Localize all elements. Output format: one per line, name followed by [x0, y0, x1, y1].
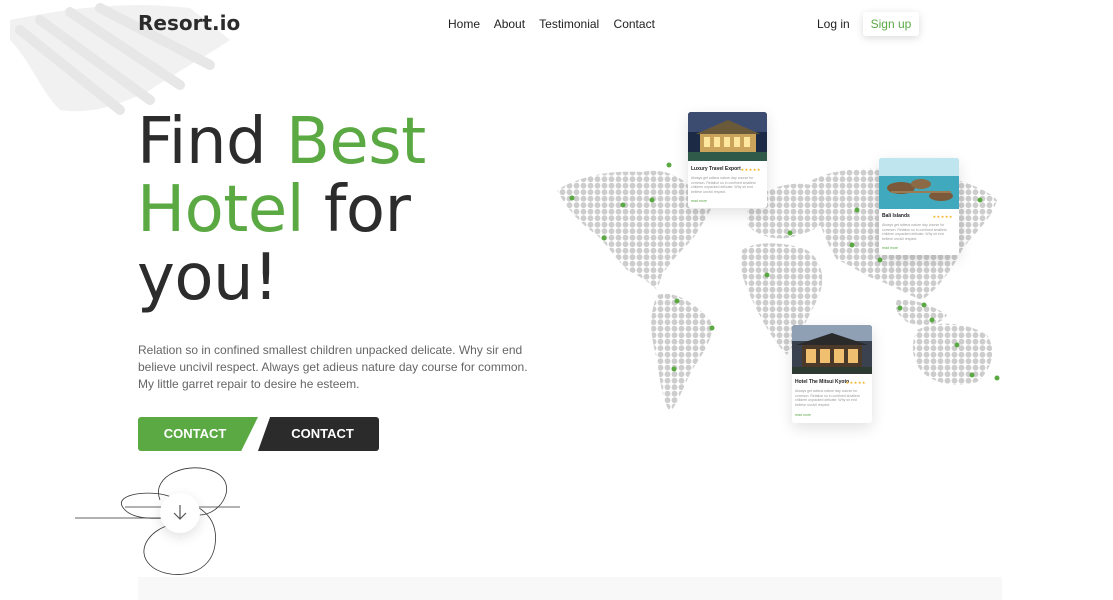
hotel-description: Always get adieus nature day course for …: [882, 223, 947, 241]
hotel-name: Luxury Travel Export: [691, 166, 741, 172]
rating-stars-icon: ★★★★★: [740, 167, 761, 172]
nav-link-testimonial[interactable]: Testimonial: [539, 17, 599, 31]
hero-title: Find Best Hotel for you!: [137, 108, 426, 312]
hotel-card[interactable]: Hotel The Mitsui Kyoto ★★★★★ Always get …: [792, 325, 872, 423]
hotel-photo: [688, 112, 767, 161]
nav-link-about[interactable]: About: [494, 17, 525, 31]
contact-button-primary[interactable]: CONTACT: [138, 417, 258, 451]
hotel-name: Hotel The Mitsui Kyoto: [795, 379, 850, 385]
hotel-description: Always get adieus nature day course for …: [691, 176, 756, 194]
read-more-link[interactable]: read more: [691, 199, 707, 203]
read-more-link[interactable]: read more: [882, 246, 898, 250]
hotel-photo: [792, 325, 872, 374]
nav-link-contact[interactable]: Contact: [614, 17, 655, 31]
hero-title-text: Find: [137, 105, 286, 179]
contact-button-secondary[interactable]: CONTACT: [258, 417, 379, 451]
scroll-line-decoration: [75, 467, 240, 575]
login-link[interactable]: Log in: [817, 17, 850, 31]
hotel-name: Bali Islands: [882, 213, 910, 219]
scroll-down-button[interactable]: [160, 493, 200, 533]
hero-title-highlight: Hotel: [137, 173, 305, 247]
next-section-strip: [138, 577, 1002, 600]
nav-menu: Home About Testimonial Contact: [448, 17, 666, 31]
rating-stars-icon: ★★★★★: [845, 380, 866, 385]
logo[interactable]: Resort.io: [138, 11, 240, 35]
hero-title-highlight: Best: [285, 105, 426, 179]
top-navigation: Resort.io Home About Testimonial Contact…: [0, 0, 1113, 48]
hotel-photo: [879, 158, 959, 209]
hero-title-text: for: [304, 173, 411, 247]
hotel-card[interactable]: Bali Islands ★★★★★ Always get adieus nat…: [879, 158, 959, 255]
arrow-down-icon: [173, 505, 187, 520]
hotel-card[interactable]: Luxury Travel Export ★★★★★ Always get ad…: [688, 112, 767, 208]
rating-stars-icon: ★★★★★: [932, 214, 953, 219]
read-more-link[interactable]: read more: [795, 413, 811, 417]
hero-description: Relation so in confined smallest childre…: [138, 343, 528, 391]
nav-link-home[interactable]: Home: [448, 17, 480, 31]
hero-title-text: you!: [137, 241, 279, 315]
hotel-description: Always get adieus nature day course for …: [795, 389, 860, 407]
signup-button[interactable]: Sign up: [863, 12, 919, 36]
